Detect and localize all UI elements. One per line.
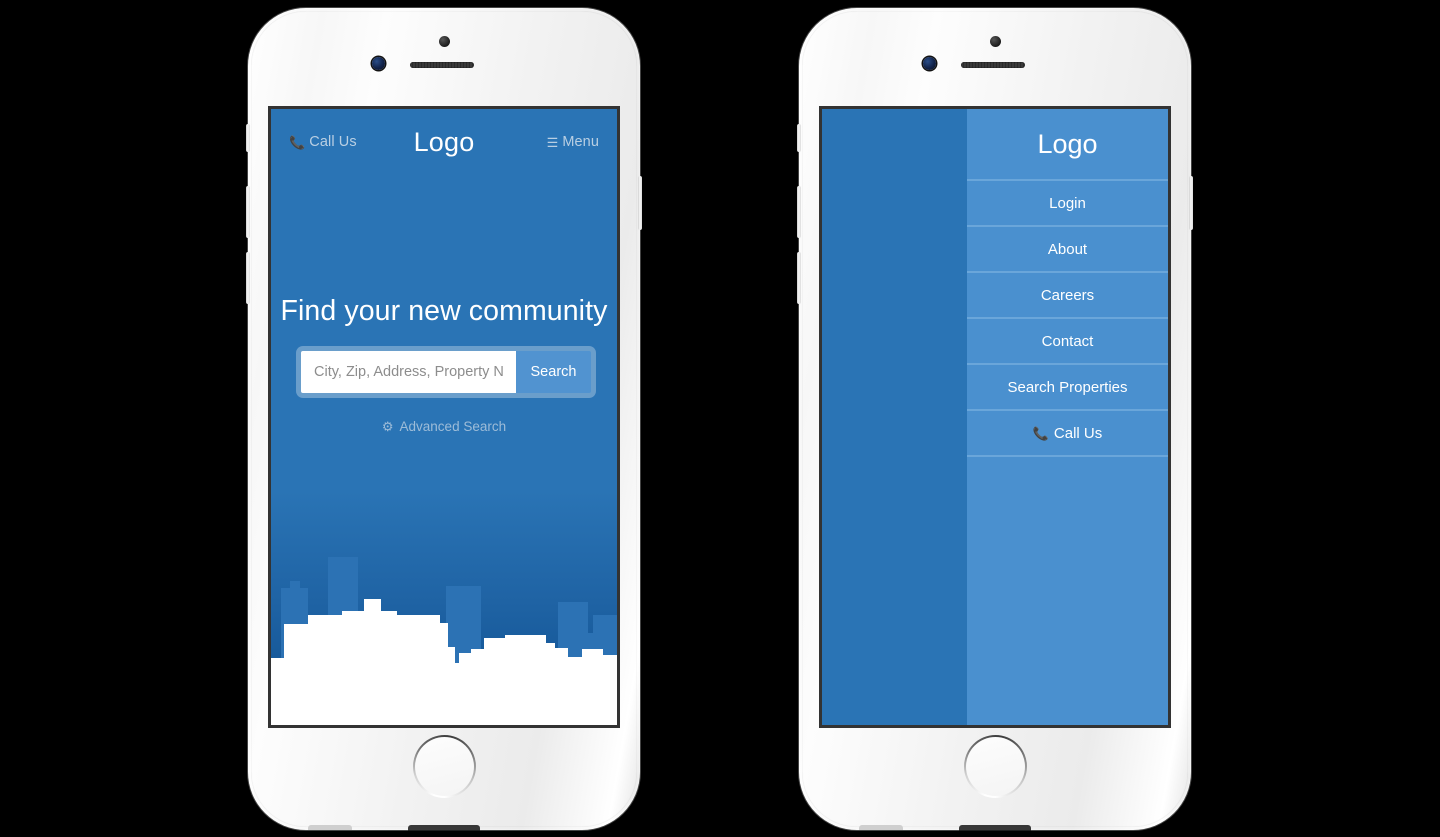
menu-item-search-properties[interactable]: Search Properties (967, 365, 1168, 411)
slide-out-menu: Logo Login About Careers Contact Search … (967, 109, 1168, 725)
gear-icon: ⚙ (381, 419, 394, 434)
earpiece-speaker (961, 62, 1025, 68)
proximity-sensor-icon (372, 57, 385, 70)
hamburger-icon: ☰ (546, 134, 559, 150)
phone-icon: 📞 (1032, 425, 1049, 441)
charging-port (408, 825, 480, 831)
phone-icon: 📞 (289, 134, 306, 150)
camera-icon (989, 36, 1001, 47)
city-skyline-illustration (271, 557, 617, 725)
call-us-label: Call Us (309, 134, 357, 150)
home-button[interactable] (963, 735, 1027, 798)
mute-switch[interactable] (246, 124, 250, 152)
search-input[interactable] (301, 351, 516, 393)
menu-item-careers[interactable]: Careers (967, 273, 1168, 319)
phone-closed-menu: 📞 Call Us Logo ☰ Menu Find your new comm… (246, 8, 642, 831)
menu-item-label: Call Us (1053, 424, 1103, 442)
hero-title: Find your new community (280, 295, 608, 327)
power-button[interactable] (1189, 176, 1193, 230)
menu-logo[interactable]: Logo (967, 109, 1168, 181)
phone-screen: 📞 Call Us Logo ✖ Menu Find your new comm… (819, 106, 1171, 728)
menu-item-label: Login (1049, 194, 1086, 212)
menu-item-label: Contact (1041, 332, 1094, 350)
volume-up-button[interactable] (797, 186, 801, 238)
proximity-sensor-icon (923, 57, 936, 70)
phone-open-menu: 📞 Call Us Logo ✖ Menu Find your new comm… (797, 8, 1193, 831)
power-button[interactable] (638, 176, 642, 230)
top-bar: 📞 Call Us Logo ☰ Menu (271, 109, 617, 175)
menu-label: Menu (562, 134, 599, 150)
volume-down-button[interactable] (246, 252, 250, 304)
menu-toggle-button[interactable]: ☰ Menu (547, 134, 599, 150)
advanced-search-label: Advanced Search (399, 419, 507, 434)
bottom-antenna-band (308, 825, 352, 830)
menu-item-label: Search Properties (1007, 378, 1128, 396)
menu-item-label: About (1047, 240, 1088, 258)
menu-item-contact[interactable]: Contact (967, 319, 1168, 365)
camera-icon (438, 36, 450, 47)
stage: 📞 Call Us Logo ☰ Menu Find your new comm… (0, 0, 1440, 837)
bottom-antenna-band (859, 825, 903, 830)
search-button[interactable]: Search (516, 351, 591, 393)
menu-item-call-us[interactable]: 📞 Call Us (967, 411, 1168, 457)
hero-section: 📞 Call Us Logo ☰ Menu Find your new comm… (271, 109, 617, 725)
advanced-search-link[interactable]: ⚙ Advanced Search (271, 419, 617, 434)
phone-screen: 📞 Call Us Logo ☰ Menu Find your new comm… (268, 106, 620, 728)
menu-item-login[interactable]: Login (967, 181, 1168, 227)
charging-port (959, 825, 1031, 831)
call-us-link[interactable]: 📞 Call Us (289, 134, 357, 150)
menu-item-about[interactable]: About (967, 227, 1168, 273)
mute-switch[interactable] (797, 124, 801, 152)
volume-down-button[interactable] (797, 252, 801, 304)
home-button[interactable] (412, 735, 476, 798)
search-bar: Search (296, 346, 596, 398)
earpiece-speaker (410, 62, 474, 68)
menu-item-label: Careers (1040, 286, 1095, 304)
volume-up-button[interactable] (246, 186, 250, 238)
